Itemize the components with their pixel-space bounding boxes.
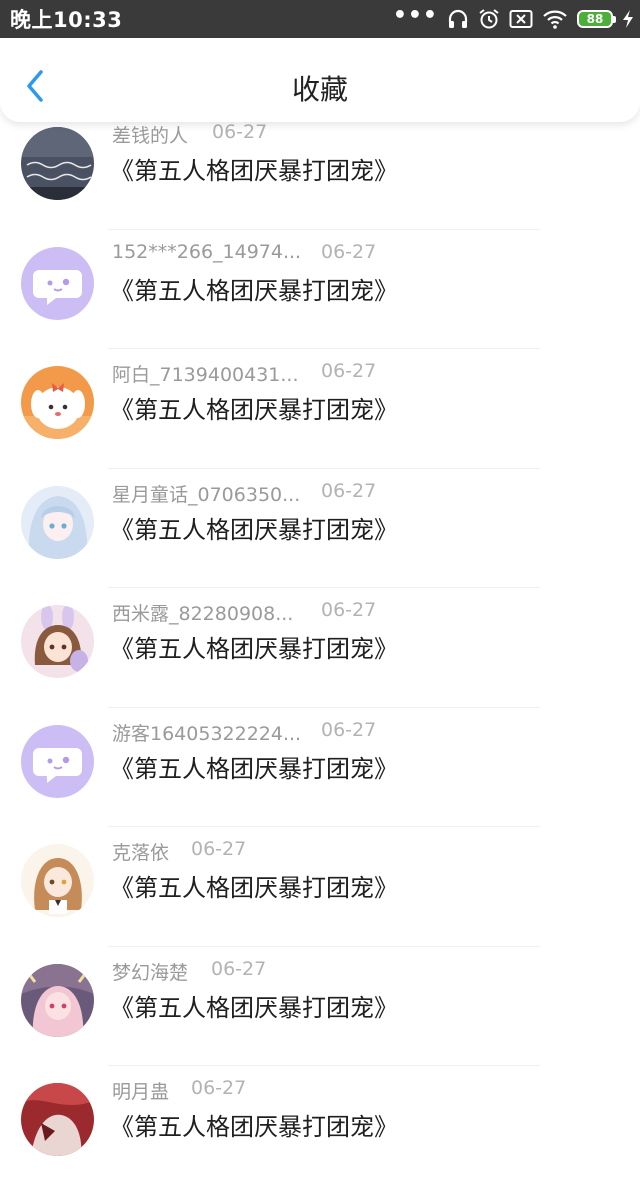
username[interactable]: 梦幻海楚 [112,958,188,985]
post-date: 06-27 [212,121,268,143]
username[interactable]: 西米露_82280908... [112,599,293,626]
avatar [21,366,94,439]
post-title[interactable]: 《第五人格团厌暴打团宠》 [110,390,398,425]
username[interactable]: 克落依 [112,838,169,865]
username[interactable]: 差钱的人 [112,121,188,148]
wifi-icon [542,9,568,29]
header-bar: 收藏 [0,38,640,122]
post-date: 06-27 [191,838,247,860]
post-title[interactable]: 《第五人格团厌暴打团宠》 [110,1107,398,1142]
list-item[interactable]: 星月童话_0706350... 06-27 《第五人格团厌暴打团宠》 [0,469,640,588]
username[interactable]: 152***266_14974... [112,241,301,263]
avatar [21,246,94,320]
username[interactable]: 阿白_7139400431... [112,360,299,387]
list-item[interactable]: 152***266_14974... 06-27 《第五人格团厌暴打团宠》 [0,230,640,349]
list-item[interactable]: 差钱的人 06-27 《第五人格团厌暴打团宠》 [0,110,640,230]
status-time: 晚上10:33 [10,8,123,32]
charging-icon [622,9,634,29]
alarm-icon [478,8,500,30]
headset-icon [447,8,469,30]
post-title[interactable]: 《第五人格团厌暴打团宠》 [110,988,398,1023]
post-title[interactable]: 《第五人格团厌暴打团宠》 [110,151,398,186]
list-item[interactable]: 克落依 06-27 《第五人格团厌暴打团宠》 [0,827,640,947]
avatar [21,605,94,678]
post-date: 06-27 [321,599,377,621]
post-title[interactable]: 《第五人格团厌暴打团宠》 [110,749,398,784]
avatar [21,127,94,200]
username[interactable]: 明月蛊 [112,1077,169,1104]
post-date: 06-27 [321,240,377,263]
post-title[interactable]: 《第五人格团厌暴打团宠》 [110,271,398,306]
username[interactable]: 星月童话_0706350... [112,480,300,507]
username[interactable]: 游客16405322224... [112,719,301,746]
avatar [21,485,94,559]
avatar [21,963,94,1037]
battery-icon: 88 [577,10,616,28]
post-title[interactable]: 《第五人格团厌暴打团宠》 [110,510,398,545]
post-date: 06-27 [321,479,377,502]
list-item[interactable]: 西米露_82280908... 06-27 《第五人格团厌暴打团宠》 [0,588,640,708]
avatar [21,724,94,798]
list-item[interactable]: 明月蛊 06-27 《第五人格团厌暴打团宠》 [0,1066,640,1186]
post-title[interactable]: 《第五人格团厌暴打团宠》 [110,629,398,664]
post-date: 06-27 [321,718,377,741]
avatar [21,1083,94,1156]
favorites-list: 差钱的人 06-27 《第五人格团厌暴打团宠》 152***266_14974.… [0,110,640,1186]
sim-off-icon [509,9,533,29]
list-item[interactable]: 阿白_7139400431... 06-27 《第五人格团厌暴打团宠》 [0,349,640,469]
post-title[interactable]: 《第五人格团厌暴打团宠》 [110,868,398,903]
post-date: 06-27 [211,957,267,980]
post-date: 06-27 [191,1077,247,1099]
more-dots-icon: ••• [392,3,438,28]
list-item[interactable]: 游客16405322224... 06-27 《第五人格团厌暴打团宠》 [0,708,640,827]
page-title: 收藏 [291,73,348,106]
status-icons: ••• 88 [393,0,634,38]
status-bar: 晚上10:33 ••• 88 [0,0,640,38]
list-item[interactable]: 梦幻海楚 06-27 《第五人格团厌暴打团宠》 [0,947,640,1066]
post-date: 06-27 [321,360,377,382]
avatar [21,844,94,917]
